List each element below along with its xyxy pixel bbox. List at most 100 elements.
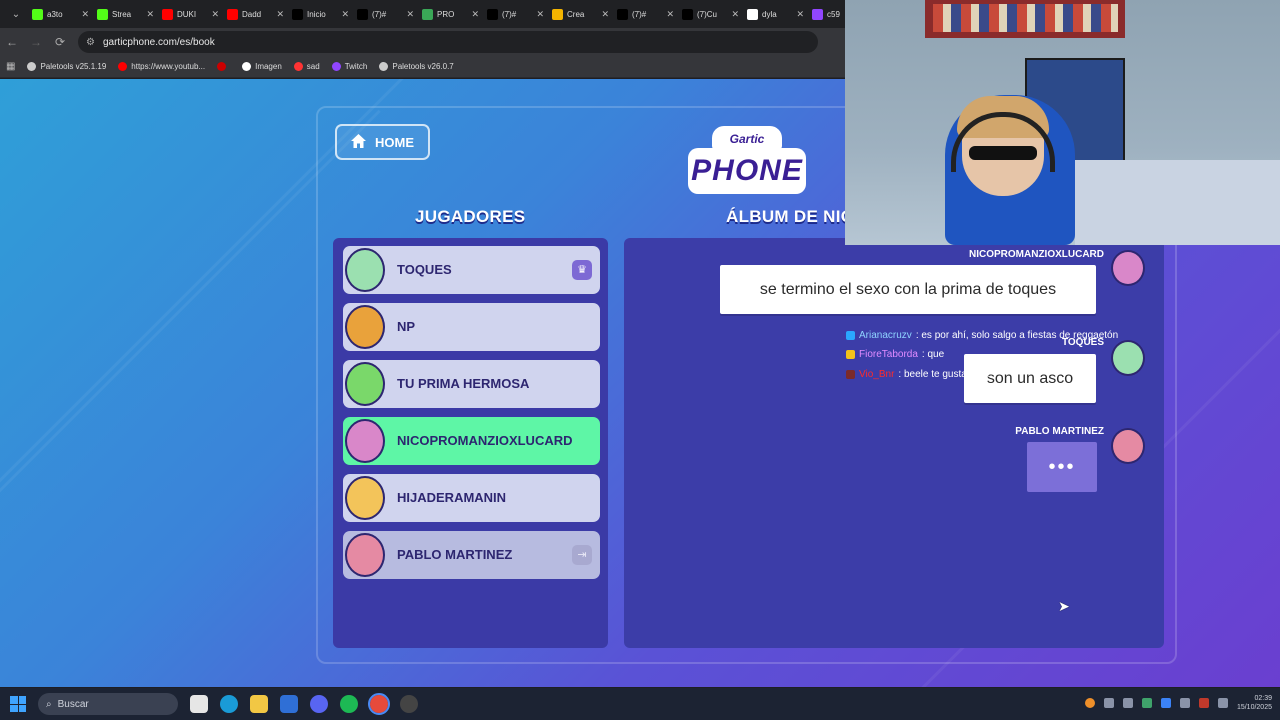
youtube-icon <box>227 8 238 20</box>
tab-title: (7)# <box>372 9 387 19</box>
webcam-shelf-items <box>933 4 1118 32</box>
apps-grid-icon[interactable]: ▦ <box>6 61 15 72</box>
bookmark-label: Twitch <box>344 62 368 71</box>
bookmark-item[interactable] <box>217 62 230 71</box>
tray-network-icon[interactable] <box>1122 698 1133 708</box>
obs-icon[interactable] <box>400 695 418 713</box>
bookmark-label: Imagen <box>255 62 282 71</box>
tab-search-icon[interactable]: ⌄ <box>4 3 28 25</box>
browser-tab[interactable]: (7)# ✕ <box>613 3 678 25</box>
album-avatar <box>1111 428 1145 464</box>
player-name: HIJADERAMANIN <box>397 490 507 505</box>
browser-tab[interactable]: Strea ✕ <box>93 3 158 25</box>
album-text-bubble: se termino el sexo con la prima de toque… <box>720 265 1096 314</box>
tray-chevron-icon[interactable] <box>1103 698 1114 708</box>
player-row[interactable]: NP <box>343 303 600 351</box>
bookmark-item[interactable]: Imagen <box>242 62 282 71</box>
bookmark-icon <box>379 62 389 71</box>
taskbar-clock[interactable]: 02:39 15/10/2025 <box>1237 694 1272 712</box>
tray-app-icon[interactable] <box>1141 698 1152 708</box>
browser-tab[interactable]: (7)Cu ✕ <box>678 3 743 25</box>
tray-app-icon[interactable] <box>1084 698 1095 708</box>
typing-indicator: ••• <box>1027 442 1097 492</box>
search-icon: ⌕ <box>46 698 52 710</box>
bookmark-item[interactable]: Paletools v25.1.19 <box>27 62 106 71</box>
task-view-icon[interactable] <box>190 695 208 713</box>
player-avatar <box>345 533 385 577</box>
close-tab-icon[interactable]: ✕ <box>406 9 414 20</box>
youtube-icon <box>162 8 173 20</box>
exit-icon: ⇥ <box>572 545 592 565</box>
forward-icon[interactable]: → <box>24 35 48 49</box>
chat-text: : es por ahí, solo salgo a fiestas de re… <box>915 330 1119 341</box>
album-author: NICOPROMANZIOXLUCARD <box>969 249 1104 260</box>
store-icon[interactable] <box>280 695 298 713</box>
close-tab-icon[interactable]: ✕ <box>341 9 349 20</box>
url-field[interactable]: ⚙ garticphone.com/es/book <box>78 31 818 53</box>
edge-icon[interactable] <box>220 695 238 713</box>
gartic-phone-logo: Gartic PHONE <box>688 126 806 198</box>
browser-tab[interactable]: dyla ✕ <box>743 3 808 25</box>
home-label: HOME <box>375 134 414 150</box>
close-tab-icon[interactable]: ✕ <box>601 9 609 20</box>
bluetooth-icon[interactable] <box>1160 698 1171 708</box>
chat-username: FioreTaborda <box>859 349 918 360</box>
album-heading: ÁLBUM DE NIC <box>726 207 854 226</box>
home-button[interactable]: HOME <box>335 124 430 160</box>
browser-tab[interactable]: (7)# ✕ <box>483 3 548 25</box>
browser-tab[interactable]: PRO ✕ <box>418 3 483 25</box>
browser-tab[interactable]: Crea ✕ <box>548 3 613 25</box>
close-tab-icon[interactable]: ✕ <box>471 9 479 20</box>
bookmark-icon <box>27 62 37 71</box>
tiktok-icon <box>682 8 693 20</box>
taskbar-search[interactable]: ⌕ Buscar <box>38 693 178 715</box>
taskbar-search-placeholder: Buscar <box>57 698 89 710</box>
kick-icon <box>97 8 108 20</box>
player-row[interactable]: HIJADERAMANIN <box>343 474 600 522</box>
browser-tab[interactable]: (7)# ✕ <box>353 3 418 25</box>
chrome-icon[interactable] <box>368 693 390 715</box>
logo-bottom-text: PHONE <box>688 148 806 194</box>
close-tab-icon[interactable]: ✕ <box>796 9 804 20</box>
house-icon <box>351 133 366 151</box>
start-icon[interactable] <box>10 696 26 712</box>
tab-title: Dadd <box>242 9 262 19</box>
close-tab-icon[interactable]: ✕ <box>81 9 89 20</box>
doc-icon <box>552 8 563 20</box>
clock-date: 15/10/2025 <box>1236 704 1272 711</box>
site-info-icon[interactable]: ⚙ <box>86 37 95 48</box>
player-row[interactable]: TOQUES ♛ <box>343 246 600 294</box>
tab-title: DUKI <box>177 9 197 19</box>
tray-app-icon[interactable] <box>1198 698 1209 708</box>
tray-app-icon[interactable] <box>1179 698 1190 708</box>
back-icon[interactable]: ← <box>0 35 24 49</box>
close-tab-icon[interactable]: ✕ <box>146 9 154 20</box>
kick-icon <box>32 8 43 20</box>
close-tab-icon[interactable]: ✕ <box>211 9 219 20</box>
bookmark-item[interactable]: Twitch <box>331 62 368 71</box>
file-explorer-icon[interactable] <box>250 695 268 713</box>
close-tab-icon[interactable]: ✕ <box>731 9 739 20</box>
browser-tab[interactable]: a3to ✕ <box>28 3 93 25</box>
reload-icon[interactable]: ⟳ <box>48 35 72 49</box>
tab-list: a3to ✕ Strea ✕ DUKI ✕ Dadd ✕ Inicio ✕ (7)# ✕ PRO ✕ (7)… <box>28 3 873 25</box>
player-avatar <box>345 362 385 406</box>
player-row[interactable]: NICOPROMANZIOXLUCARD <box>343 417 600 465</box>
close-tab-icon[interactable]: ✕ <box>666 9 674 20</box>
volume-icon[interactable] <box>1217 698 1228 708</box>
player-row[interactable]: TU PRIMA HERMOSA <box>343 360 600 408</box>
bookmark-label: Paletools v25.1.19 <box>40 62 107 71</box>
album-avatar <box>1111 250 1145 286</box>
browser-tab[interactable]: DUKI ✕ <box>158 3 223 25</box>
bookmark-item[interactable]: sad <box>293 62 320 71</box>
close-tab-icon[interactable]: ✕ <box>276 9 284 20</box>
browser-tab[interactable]: Inicio ✕ <box>288 3 353 25</box>
player-row[interactable]: PABLO MARTINEZ ⇥ <box>343 531 600 579</box>
close-tab-icon[interactable]: ✕ <box>536 9 544 20</box>
browser-tab[interactable]: Dadd ✕ <box>223 3 288 25</box>
bookmark-item[interactable]: https://www.youtub... <box>118 62 205 71</box>
album-avatar <box>1111 340 1145 376</box>
discord-icon[interactable] <box>310 695 328 713</box>
spotify-icon[interactable] <box>340 695 358 713</box>
bookmark-item[interactable]: Paletools v26.0.7 <box>379 62 454 71</box>
